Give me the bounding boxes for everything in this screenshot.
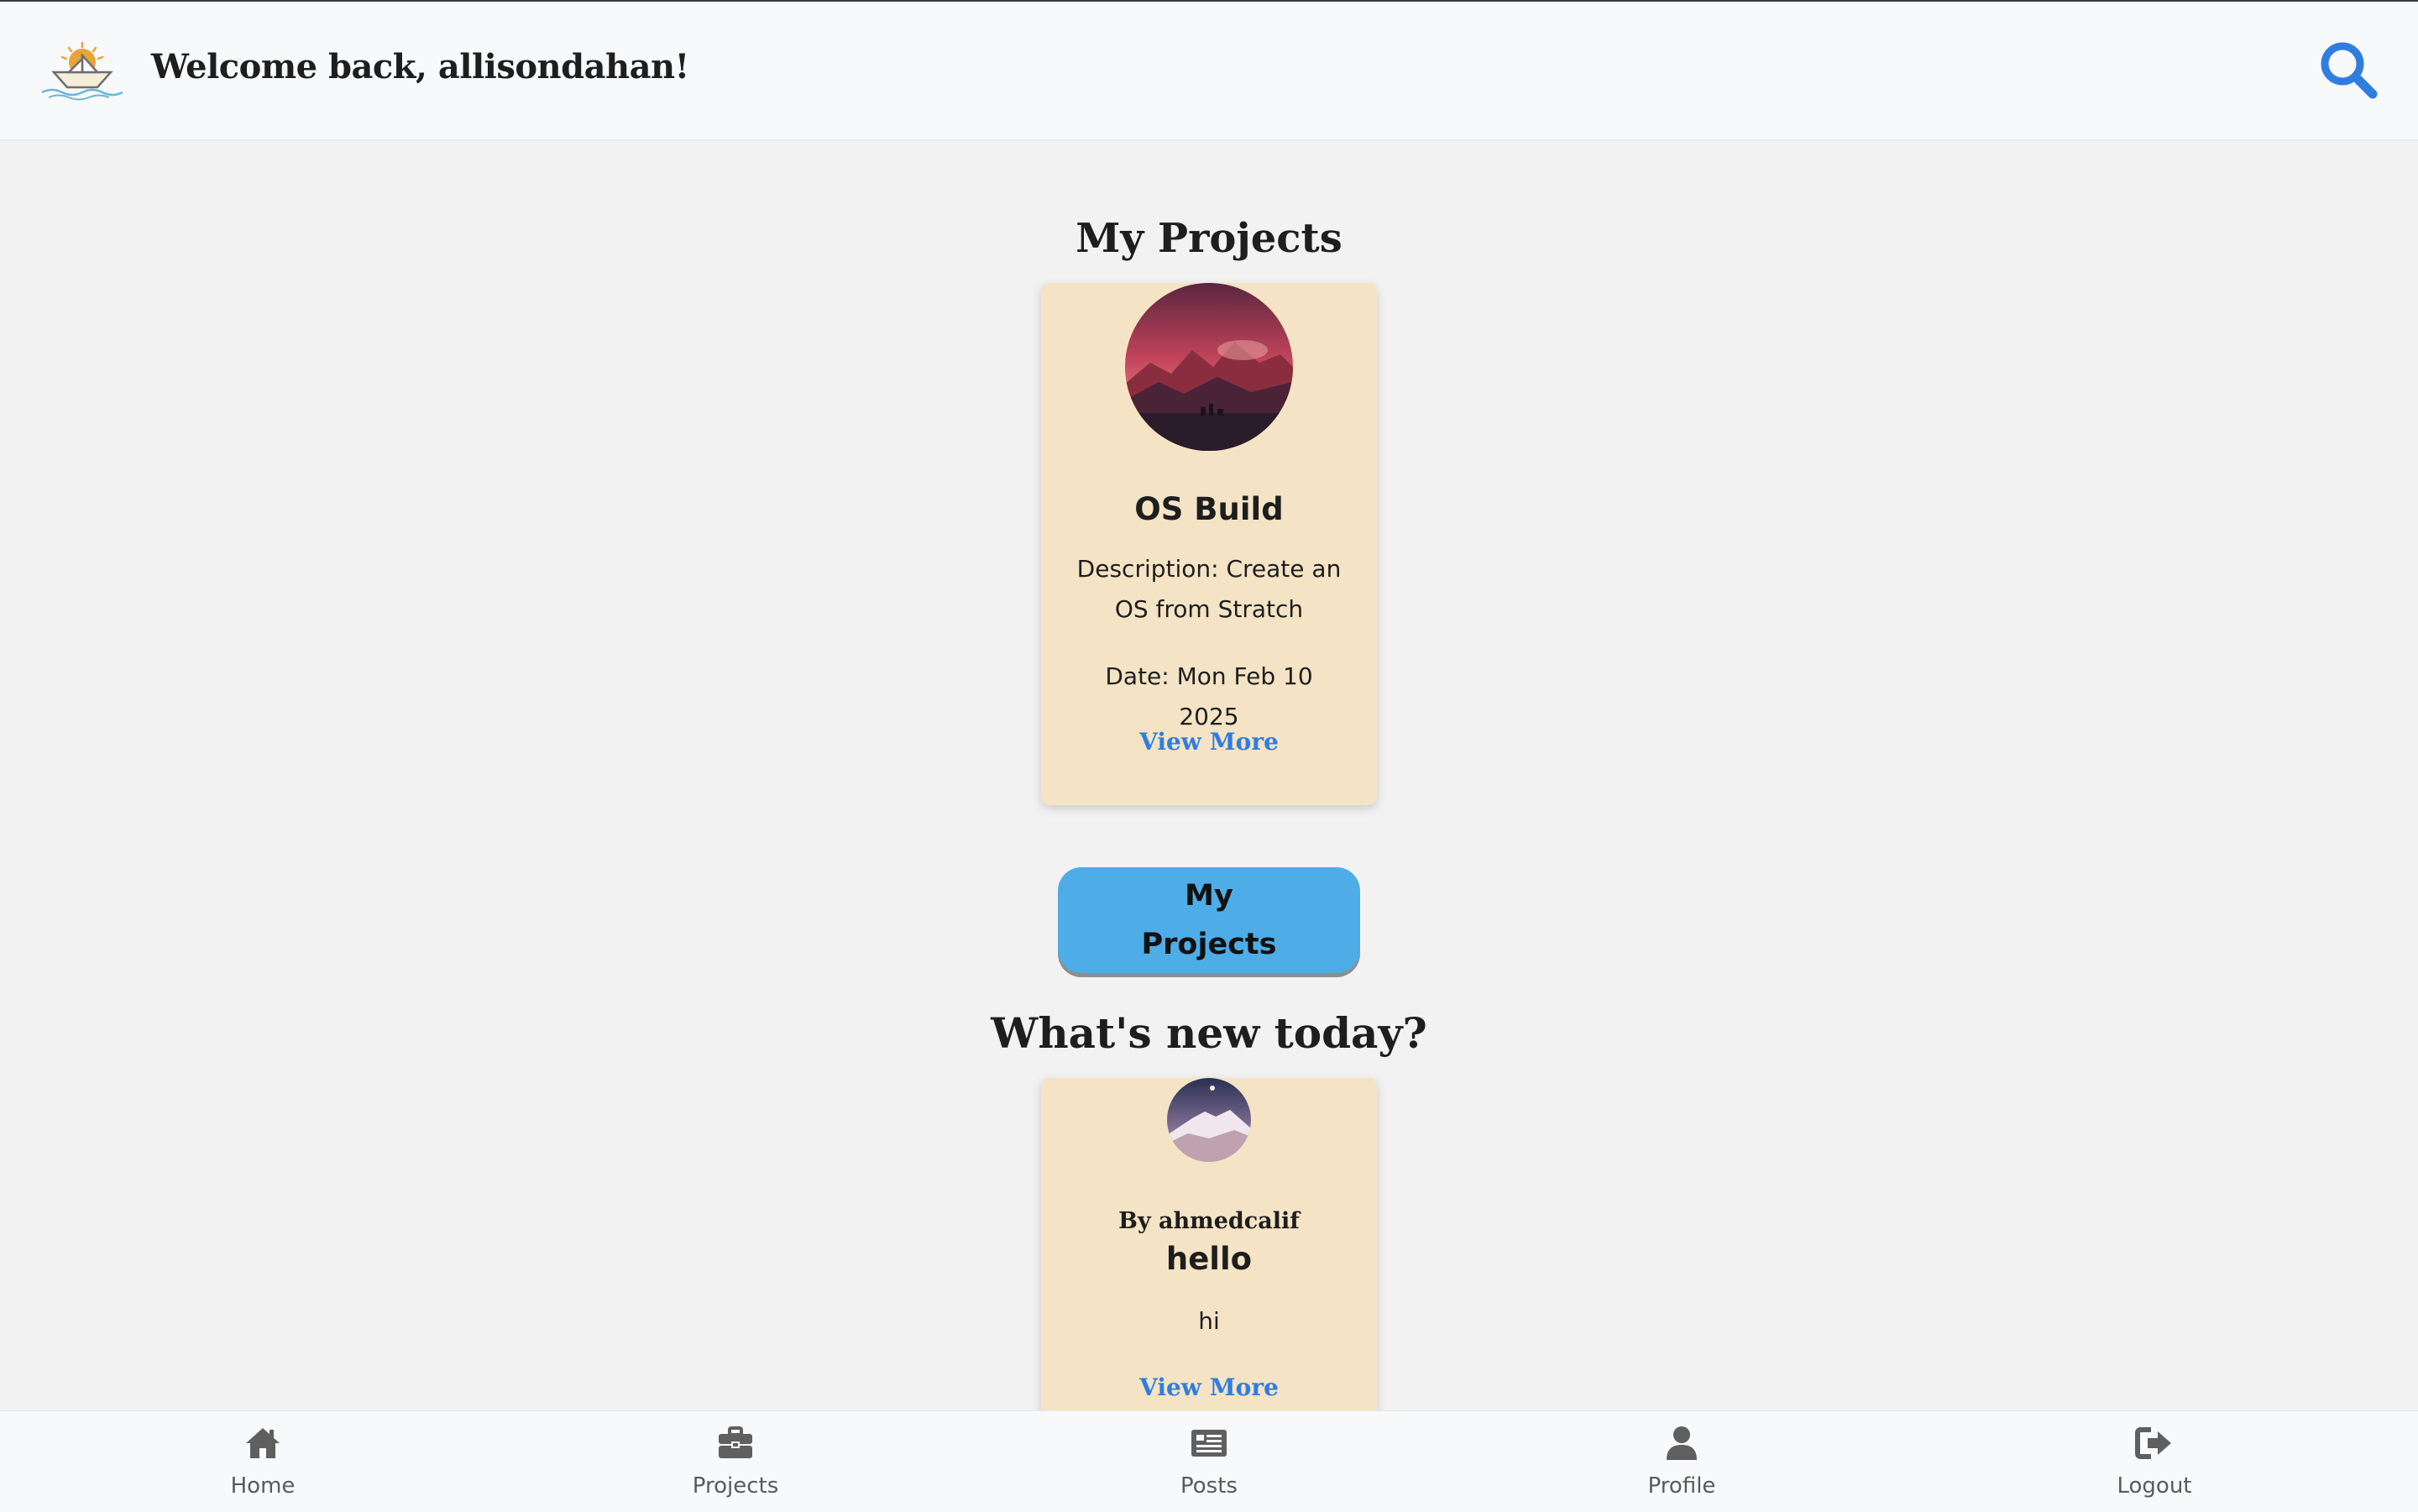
nav-home-label: Home <box>230 1473 296 1499</box>
post-title: hello <box>1165 1241 1253 1277</box>
nav-logout[interactable]: Logout <box>2070 1411 2238 1512</box>
whats-new-heading: What's new today? <box>991 1008 1427 1058</box>
briefcase-icon <box>719 1426 752 1458</box>
nav-home[interactable]: Home <box>179 1411 347 1512</box>
project-description: Description: Create an OS from Stratch <box>1076 555 1342 623</box>
search-icon[interactable] <box>2317 39 2379 101</box>
nav-profile[interactable]: Profile <box>1598 1411 1766 1512</box>
nav-logout-label: Logout <box>2117 1473 2192 1499</box>
post-view-more-link[interactable]: View More <box>1041 1373 1377 1401</box>
post-body: hi <box>1198 1307 1220 1335</box>
nav-projects[interactable]: Projects <box>652 1411 819 1512</box>
project-card: OS Build Description: Create an OS from … <box>1041 283 1377 805</box>
nav-posts-label: Posts <box>1180 1473 1238 1499</box>
my-projects-heading: My Projects <box>1076 215 1342 262</box>
project-view-more-link[interactable]: View More <box>1041 728 1377 756</box>
home-icon <box>246 1428 280 1458</box>
post-author-avatar <box>1167 1078 1251 1162</box>
welcome-message: Welcome back, allisondahan! <box>151 47 689 86</box>
nav-projects-label: Projects <box>692 1473 779 1499</box>
user-icon <box>1667 1426 1697 1460</box>
project-title: OS Build <box>1134 491 1284 527</box>
my-projects-button[interactable]: My Projects <box>1058 867 1360 973</box>
post-author: By ahmedcalif <box>1118 1208 1300 1234</box>
logout-icon <box>2135 1427 2171 1459</box>
project-date: Date: Mon Feb 10 2025 <box>1105 662 1313 730</box>
my-projects-button-label: My Projects <box>1141 879 1277 961</box>
bottom-nav: Home Projects Posts Profile Logout <box>0 1410 2418 1512</box>
post-card: By ahmedcalif hello hi View More <box>1041 1078 1377 1431</box>
project-image <box>1125 283 1293 451</box>
nav-posts[interactable]: Posts <box>1125 1411 1293 1512</box>
paper-boat-logo-icon[interactable] <box>37 40 128 101</box>
newspaper-icon <box>1191 1430 1227 1457</box>
nav-profile-label: Profile <box>1647 1473 1716 1499</box>
top-header: Welcome back, allisondahan! <box>0 2 2418 140</box>
